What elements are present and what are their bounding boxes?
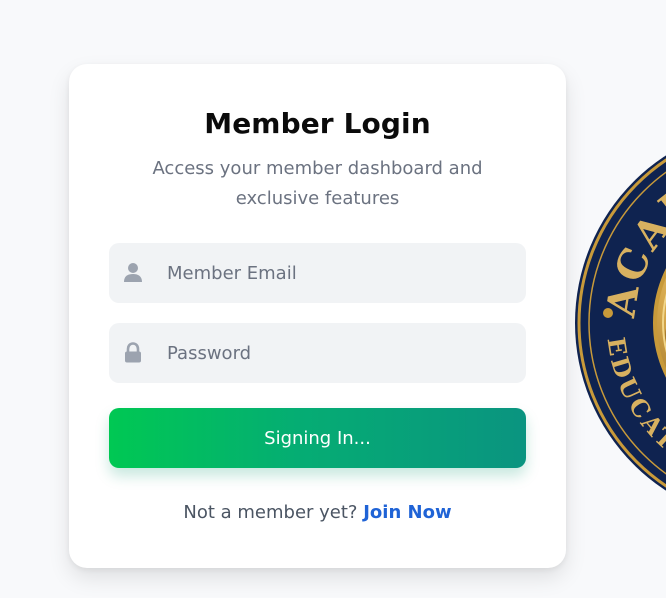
password-input[interactable] (167, 323, 507, 383)
lock-icon (125, 342, 141, 363)
signup-prompt-text: Not a member yet? (183, 502, 358, 523)
login-title: Member Login (204, 107, 431, 140)
user-icon (124, 263, 142, 282)
sign-in-button[interactable]: Signing In... (109, 408, 526, 468)
join-now-link[interactable]: Join Now (363, 502, 451, 523)
page: Member Login Access your member dashboar… (0, 0, 666, 598)
login-subtitle: Access your member dashboard and exclusi… (152, 158, 483, 209)
email-field-container (109, 243, 526, 303)
email-input[interactable] (167, 243, 507, 303)
password-field-container (109, 323, 526, 383)
academy-seal-logo: ACAD EDUCATIO (575, 155, 666, 491)
login-card: Member Login Access your member dashboar… (69, 64, 566, 568)
signup-prompt: Not a member yet? Join Now (69, 502, 566, 523)
